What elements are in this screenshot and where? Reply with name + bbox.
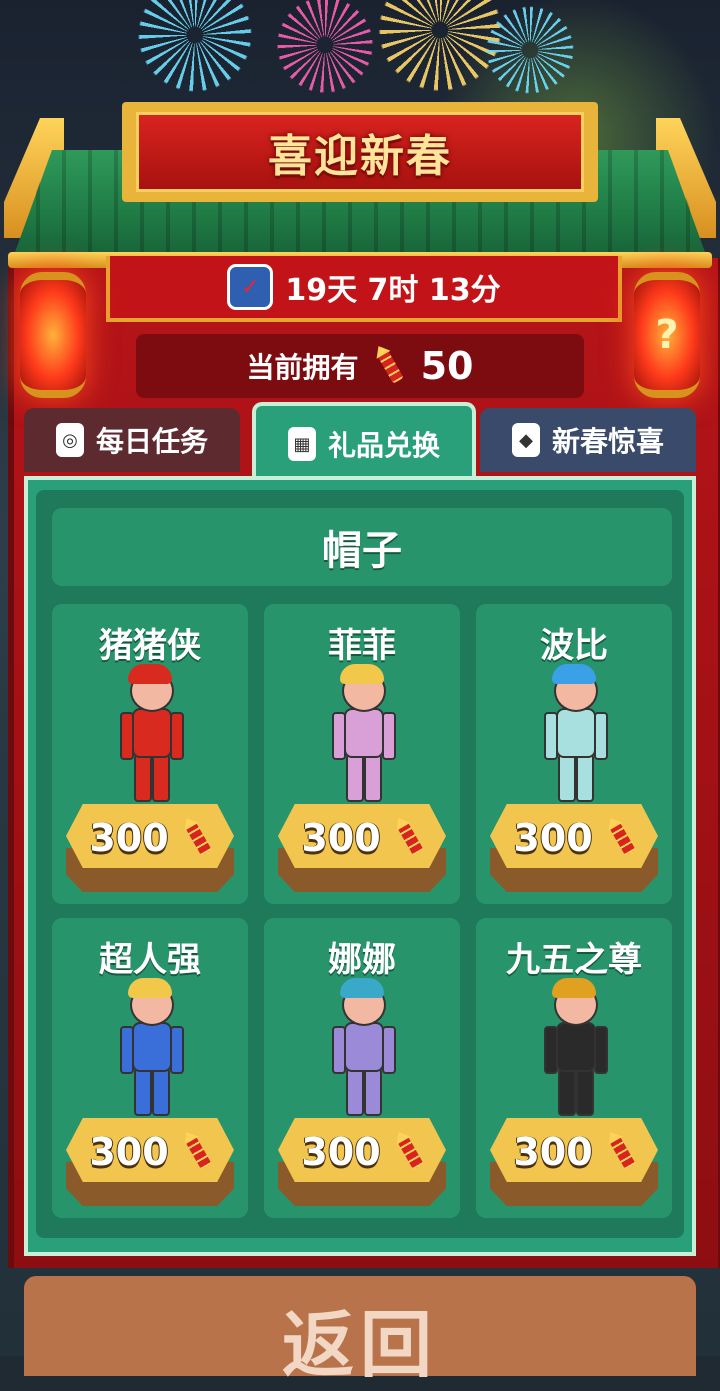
item-price: 300 [513, 816, 593, 860]
currency-label: 当前拥有 [246, 351, 359, 384]
firecracker-icon [387, 812, 433, 865]
item-price: 300 [89, 816, 169, 860]
exchange-panel: 帽子 猪猪侠 300 菲菲 300 波比 300 超人强 300 娜娜 300 九五之尊 300 [24, 476, 696, 1256]
item-name: 九五之尊 [506, 940, 642, 980]
timer-check-icon: ✓ [227, 264, 274, 310]
price-button[interactable]: 300 [278, 1118, 446, 1206]
title-banner: 喜迎新春 [122, 102, 598, 202]
currency-amount: 50 [420, 344, 474, 388]
item-card[interactable]: 菲菲 300 [264, 604, 460, 904]
item-card[interactable]: 猪猪侠 300 [52, 604, 248, 904]
firecracker-icon [175, 812, 221, 865]
exchange-list[interactable]: 帽子 猪猪侠 300 菲菲 300 波比 300 超人强 300 娜娜 300 九五之尊 300 [36, 490, 684, 1238]
character-figure-icon [332, 978, 396, 1116]
item-card[interactable]: 超人强 300 [52, 918, 248, 1218]
character-figure-icon [120, 978, 184, 1116]
event-timer: ✓ 19天 7时 13分 [106, 256, 622, 322]
item-card[interactable]: 娜娜 300 [264, 918, 460, 1218]
price-button[interactable]: 300 [278, 804, 446, 892]
tab-label: 每日任务 [95, 425, 208, 458]
item-name: 猪猪侠 [99, 626, 201, 666]
character-figure-icon [544, 664, 608, 802]
item-name: 娜娜 [328, 940, 396, 980]
character-figure-icon [332, 664, 396, 802]
timer-text: 19天 7时 13分 [285, 273, 501, 308]
tab-bar: ◎ 每日任务 ▦ 礼品兑换 ◆ 新春惊喜 [24, 402, 696, 482]
red-packet-icon: ◆ [511, 423, 540, 457]
tab-label: 新春惊喜 [551, 425, 664, 458]
help-icon: ? [655, 312, 679, 358]
tab-daily-tasks[interactable]: ◎ 每日任务 [24, 408, 240, 472]
item-card[interactable]: 波比 300 [476, 604, 672, 904]
item-name: 超人强 [99, 940, 201, 980]
firecracker-icon [367, 340, 413, 393]
lantern-left-icon [20, 272, 86, 398]
firecracker-icon [599, 1126, 645, 1179]
item-name: 菲菲 [328, 626, 396, 666]
item-price: 300 [513, 1130, 593, 1174]
item-price: 300 [301, 1130, 381, 1174]
price-button[interactable]: 300 [490, 804, 658, 892]
character-figure-icon [544, 978, 608, 1116]
currency-display: 当前拥有 50 [136, 334, 584, 398]
tab-new-year-surprise[interactable]: ◆ 新春惊喜 [480, 408, 696, 472]
firecracker-icon [387, 1126, 433, 1179]
item-price: 300 [89, 1130, 169, 1174]
lantern-icon: ◎ [55, 423, 84, 457]
item-price: 300 [301, 816, 381, 860]
item-card[interactable]: 九五之尊 300 [476, 918, 672, 1218]
help-lantern-button[interactable]: ? [634, 272, 700, 398]
section-title: 帽子 [322, 528, 402, 574]
back-label: 返回 [281, 1303, 438, 1387]
page-title: 喜迎新春 [268, 131, 452, 182]
tab-label: 礼品兑换 [327, 429, 440, 462]
character-figure-icon [120, 664, 184, 802]
fireworks-decoration [120, 0, 600, 110]
gift-icon: ▦ [287, 427, 316, 461]
item-name: 波比 [540, 626, 608, 666]
section-header: 帽子 [52, 508, 672, 586]
price-button[interactable]: 300 [490, 1118, 658, 1206]
tab-gift-exchange[interactable]: ▦ 礼品兑换 [252, 402, 476, 482]
firecracker-icon [175, 1126, 221, 1179]
price-button[interactable]: 300 [66, 804, 234, 892]
back-button[interactable]: 返回 [24, 1276, 696, 1387]
firecracker-icon [599, 812, 645, 865]
price-button[interactable]: 300 [66, 1118, 234, 1206]
